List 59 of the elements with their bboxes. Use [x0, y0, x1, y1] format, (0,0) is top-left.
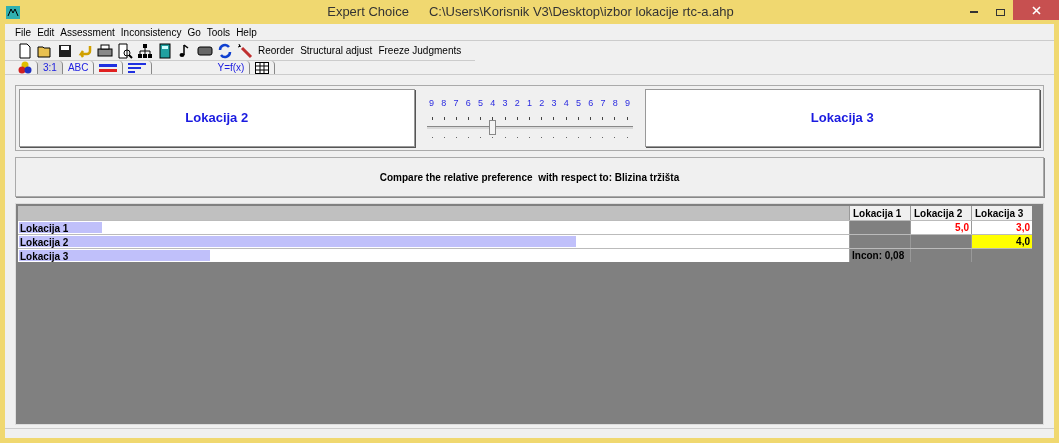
toolbar-button[interactable]: Structural adjust — [299, 43, 374, 58]
scale-label: 2 — [513, 97, 521, 110]
tab[interactable]: Y=f(x) — [212, 61, 251, 74]
menu-item[interactable]: Edit — [37, 24, 55, 40]
bars-icon — [128, 62, 147, 73]
tab[interactable]: 3:1 — [38, 61, 63, 74]
scale-label: 2 — [538, 97, 546, 110]
slider-thumb[interactable] — [489, 119, 497, 135]
right-alternative: Lokacija 3 — [644, 89, 1040, 147]
menu-item[interactable]: Inconsistency — [120, 24, 182, 40]
scale-label: 6 — [464, 97, 472, 110]
refresh-icon[interactable] — [217, 42, 233, 59]
menu-item[interactable]: Tools — [206, 24, 231, 40]
tab[interactable]: ABC — [62, 61, 95, 74]
scale-label: 3 — [550, 97, 558, 110]
scale-label: 8 — [611, 97, 619, 110]
row-label: Lokacija 1 — [19, 223, 69, 234]
table-icon — [255, 61, 270, 74]
scale-label: 8 — [440, 97, 448, 110]
shapes-icon — [18, 61, 32, 74]
print-preview-icon[interactable] — [117, 42, 133, 59]
scale-label: 5 — [575, 97, 582, 110]
left-alternative: Lokacija 2 — [19, 89, 415, 147]
row-label: Lokacija 2 — [19, 237, 69, 248]
scale-label: 1 — [526, 97, 533, 110]
printer-icon[interactable] — [97, 42, 113, 59]
file-path: C:\Users\Korisnik V3\Desktop\izbor lokacije rtc-a.ahp — [428, 3, 734, 22]
scale-label: 3 — [501, 97, 509, 110]
wand-icon[interactable] — [237, 42, 253, 59]
scale-label: 5 — [477, 97, 484, 110]
menu-item[interactable]: Help — [236, 24, 257, 40]
judgment-cell[interactable]: 5,0 — [910, 221, 971, 234]
window-title: Expert Choice — [327, 3, 409, 22]
menu-item[interactable]: Go — [187, 24, 201, 40]
save-icon[interactable] — [57, 42, 73, 59]
app-logo-icon — [6, 5, 20, 19]
lines-icon — [99, 62, 118, 73]
scale-label: 7 — [452, 97, 460, 110]
hierarchy-icon[interactable] — [137, 42, 153, 59]
judgment-cell[interactable]: 4,0 — [971, 235, 1032, 248]
menu-item[interactable]: File — [15, 24, 32, 40]
scale-label: 9 — [624, 97, 631, 110]
comparison-prompt: Compare the relative preference with respect to: Blizina tržišta — [379, 170, 680, 185]
column-header: Lokacija 3 — [971, 206, 1032, 220]
toolbar-button[interactable]: Reorder — [257, 43, 296, 58]
scale-label: 9 — [428, 97, 435, 110]
calculator-icon[interactable] — [157, 42, 173, 59]
column-header: Lokacija 1 — [849, 206, 910, 220]
close-icon — [1031, 5, 1041, 15]
scale-label: 4 — [489, 97, 497, 110]
scale-label: 6 — [587, 97, 595, 110]
menu-item[interactable]: Assessment — [60, 24, 115, 40]
toolbar-button[interactable]: Freeze Judgments — [377, 43, 463, 58]
scale-label: 4 — [562, 97, 570, 110]
column-header: Lokacija 2 — [910, 206, 971, 220]
new-file-icon[interactable] — [17, 42, 33, 59]
judgment-cell[interactable]: 3,0 — [971, 221, 1032, 234]
scale-label: 7 — [599, 97, 607, 110]
row-label: Lokacija 3 — [19, 251, 69, 262]
